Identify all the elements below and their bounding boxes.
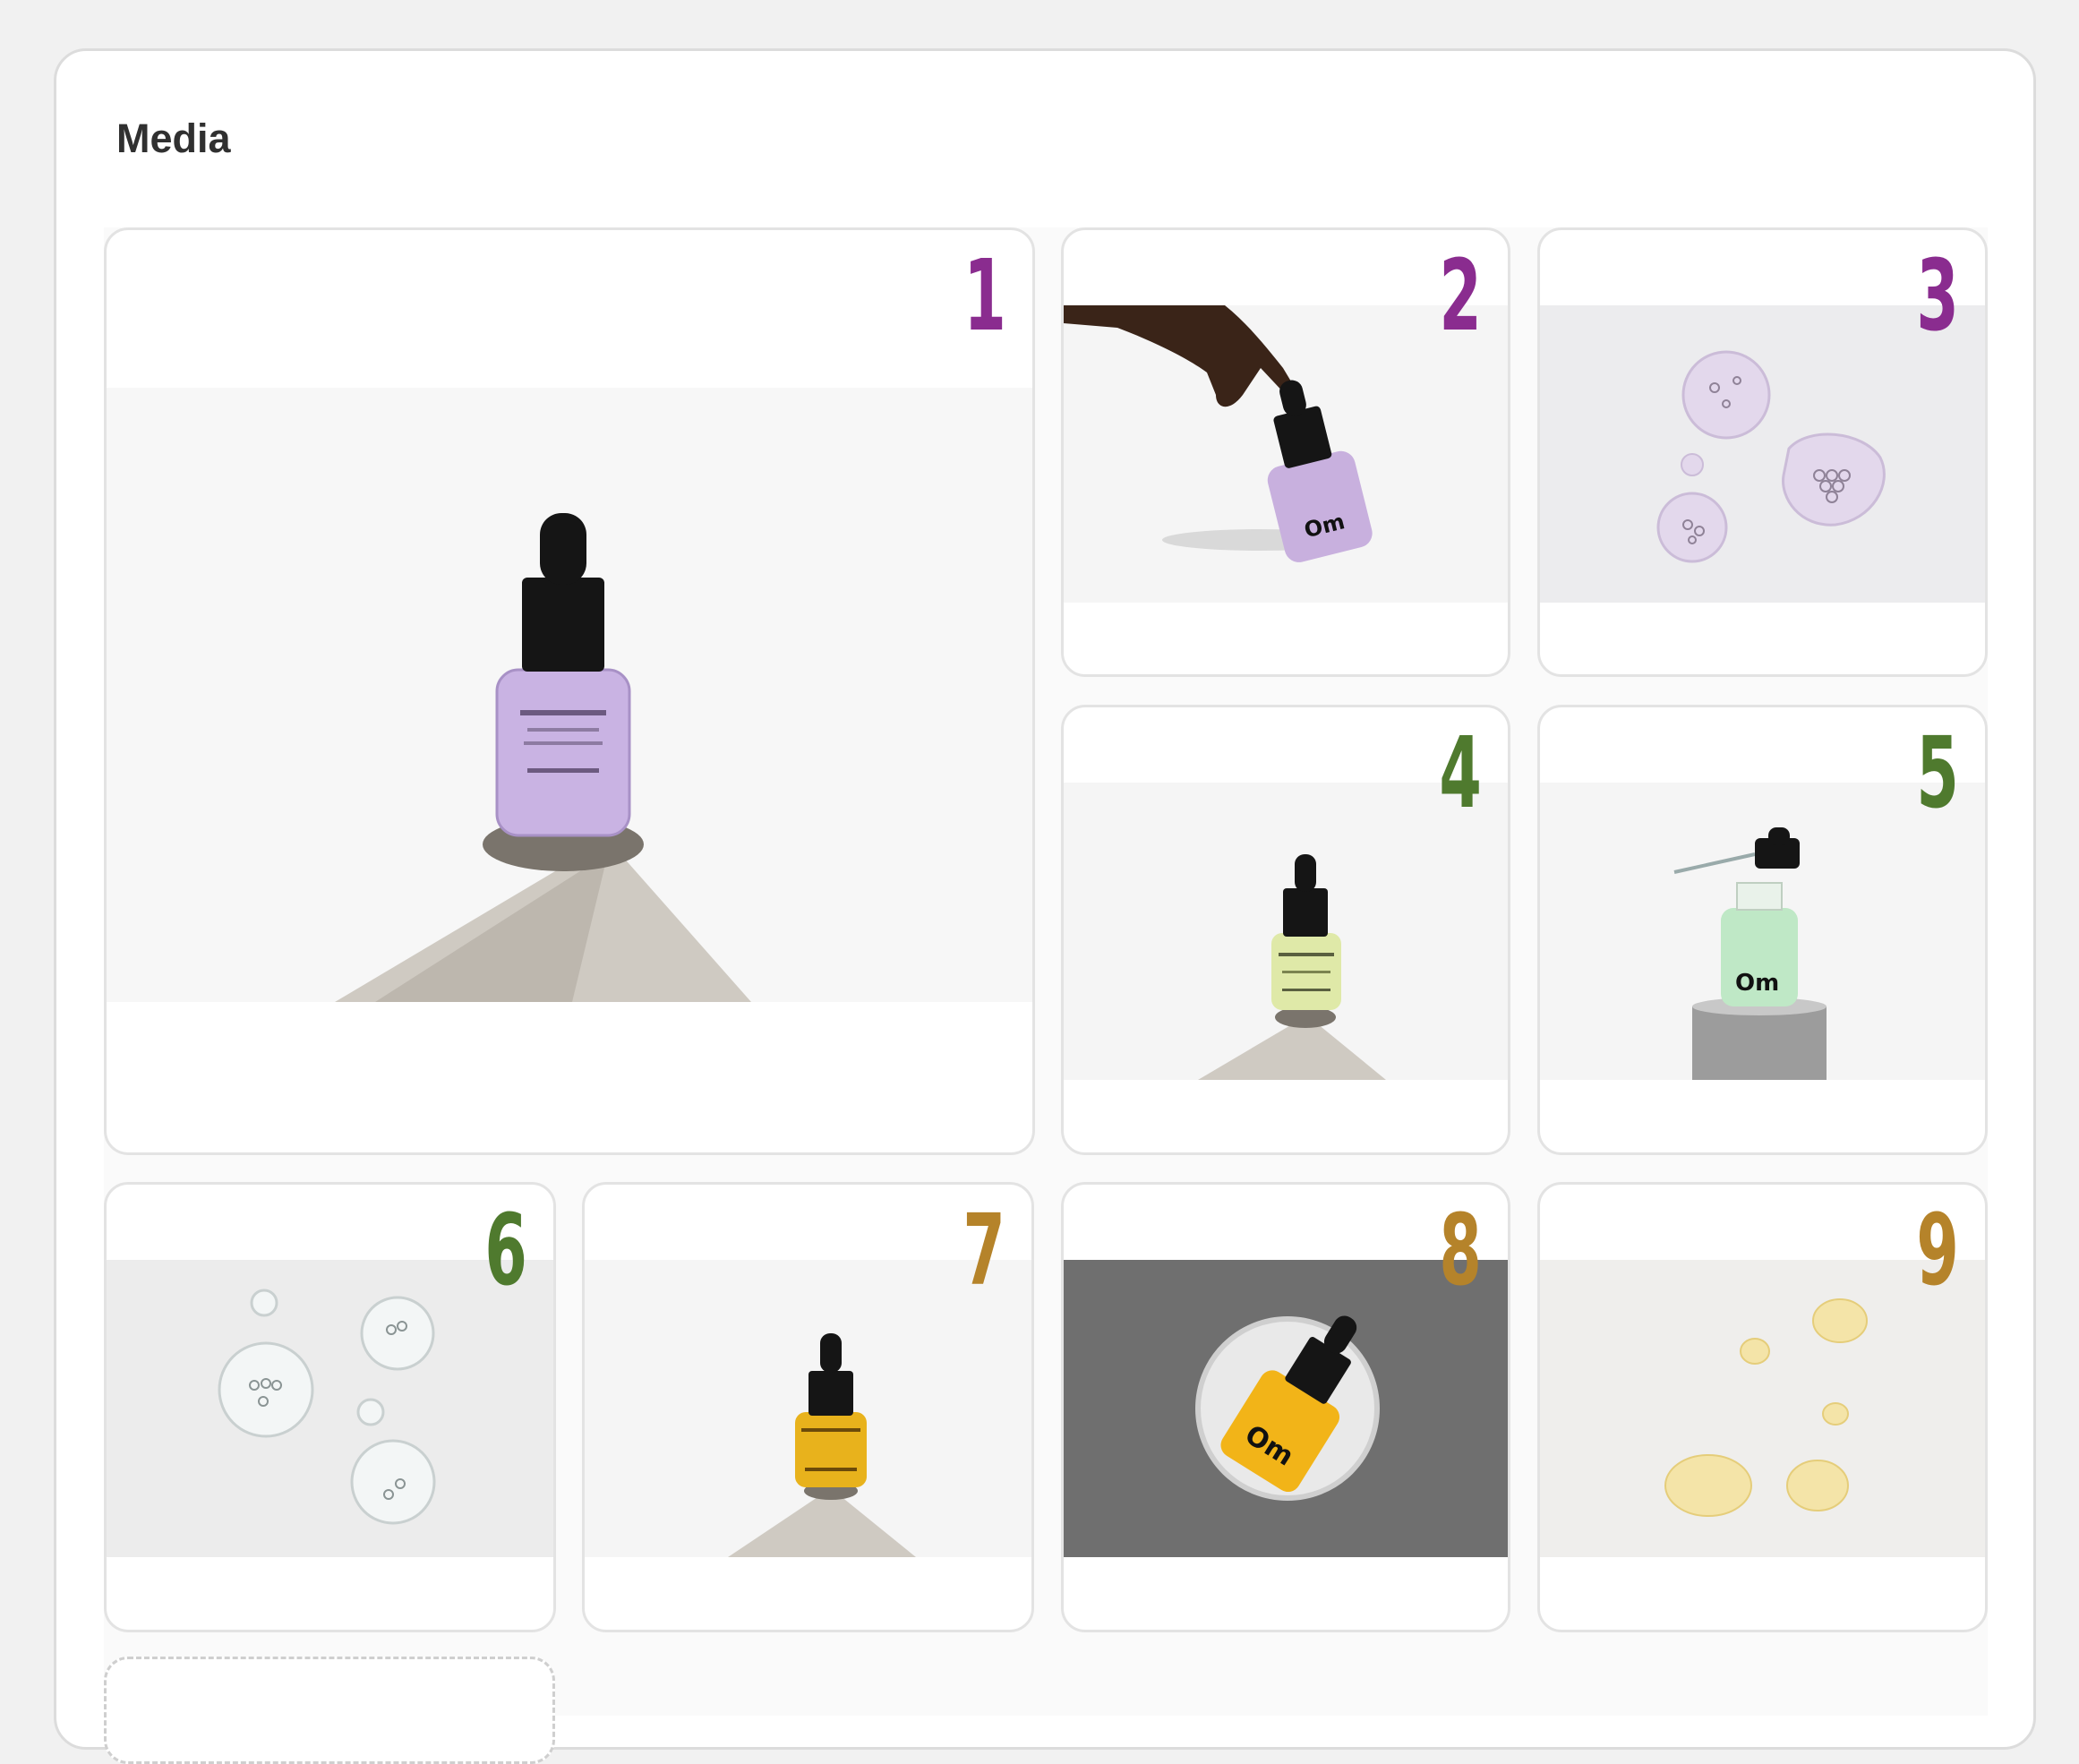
media-tile-6[interactable]: 6 <box>104 1182 556 1632</box>
media-position-number: 1 <box>963 238 1006 353</box>
card-title: Media <box>116 116 231 161</box>
media-tile-2[interactable]: Om 2 <box>1061 227 1510 677</box>
media-position-number: 6 <box>484 1193 527 1307</box>
media-position-number: 2 <box>1439 238 1482 353</box>
media-tile-1[interactable]: 1 <box>104 227 1035 1155</box>
media-thumbnail-1 <box>107 388 1032 1002</box>
media-position-number: 9 <box>1916 1193 1959 1307</box>
media-position-number: 8 <box>1439 1193 1482 1307</box>
media-position-number: 5 <box>1916 715 1959 830</box>
media-tile-7[interactable]: 7 <box>582 1182 1034 1632</box>
add-media-dropzone[interactable] <box>104 1657 555 1764</box>
media-tile-8[interactable]: Om 8 <box>1061 1182 1510 1632</box>
media-position-number: 7 <box>962 1193 1005 1307</box>
svg-text:Om: Om <box>1735 970 1779 997</box>
media-tile-3[interactable]: 3 <box>1537 227 1988 677</box>
media-tile-5[interactable]: Om 5 <box>1537 705 1988 1155</box>
media-tile-9[interactable]: 9 <box>1537 1182 1988 1632</box>
media-position-number: 3 <box>1916 238 1959 353</box>
media-position-number: 4 <box>1439 715 1482 830</box>
media-tile-4[interactable]: 4 <box>1061 705 1510 1155</box>
